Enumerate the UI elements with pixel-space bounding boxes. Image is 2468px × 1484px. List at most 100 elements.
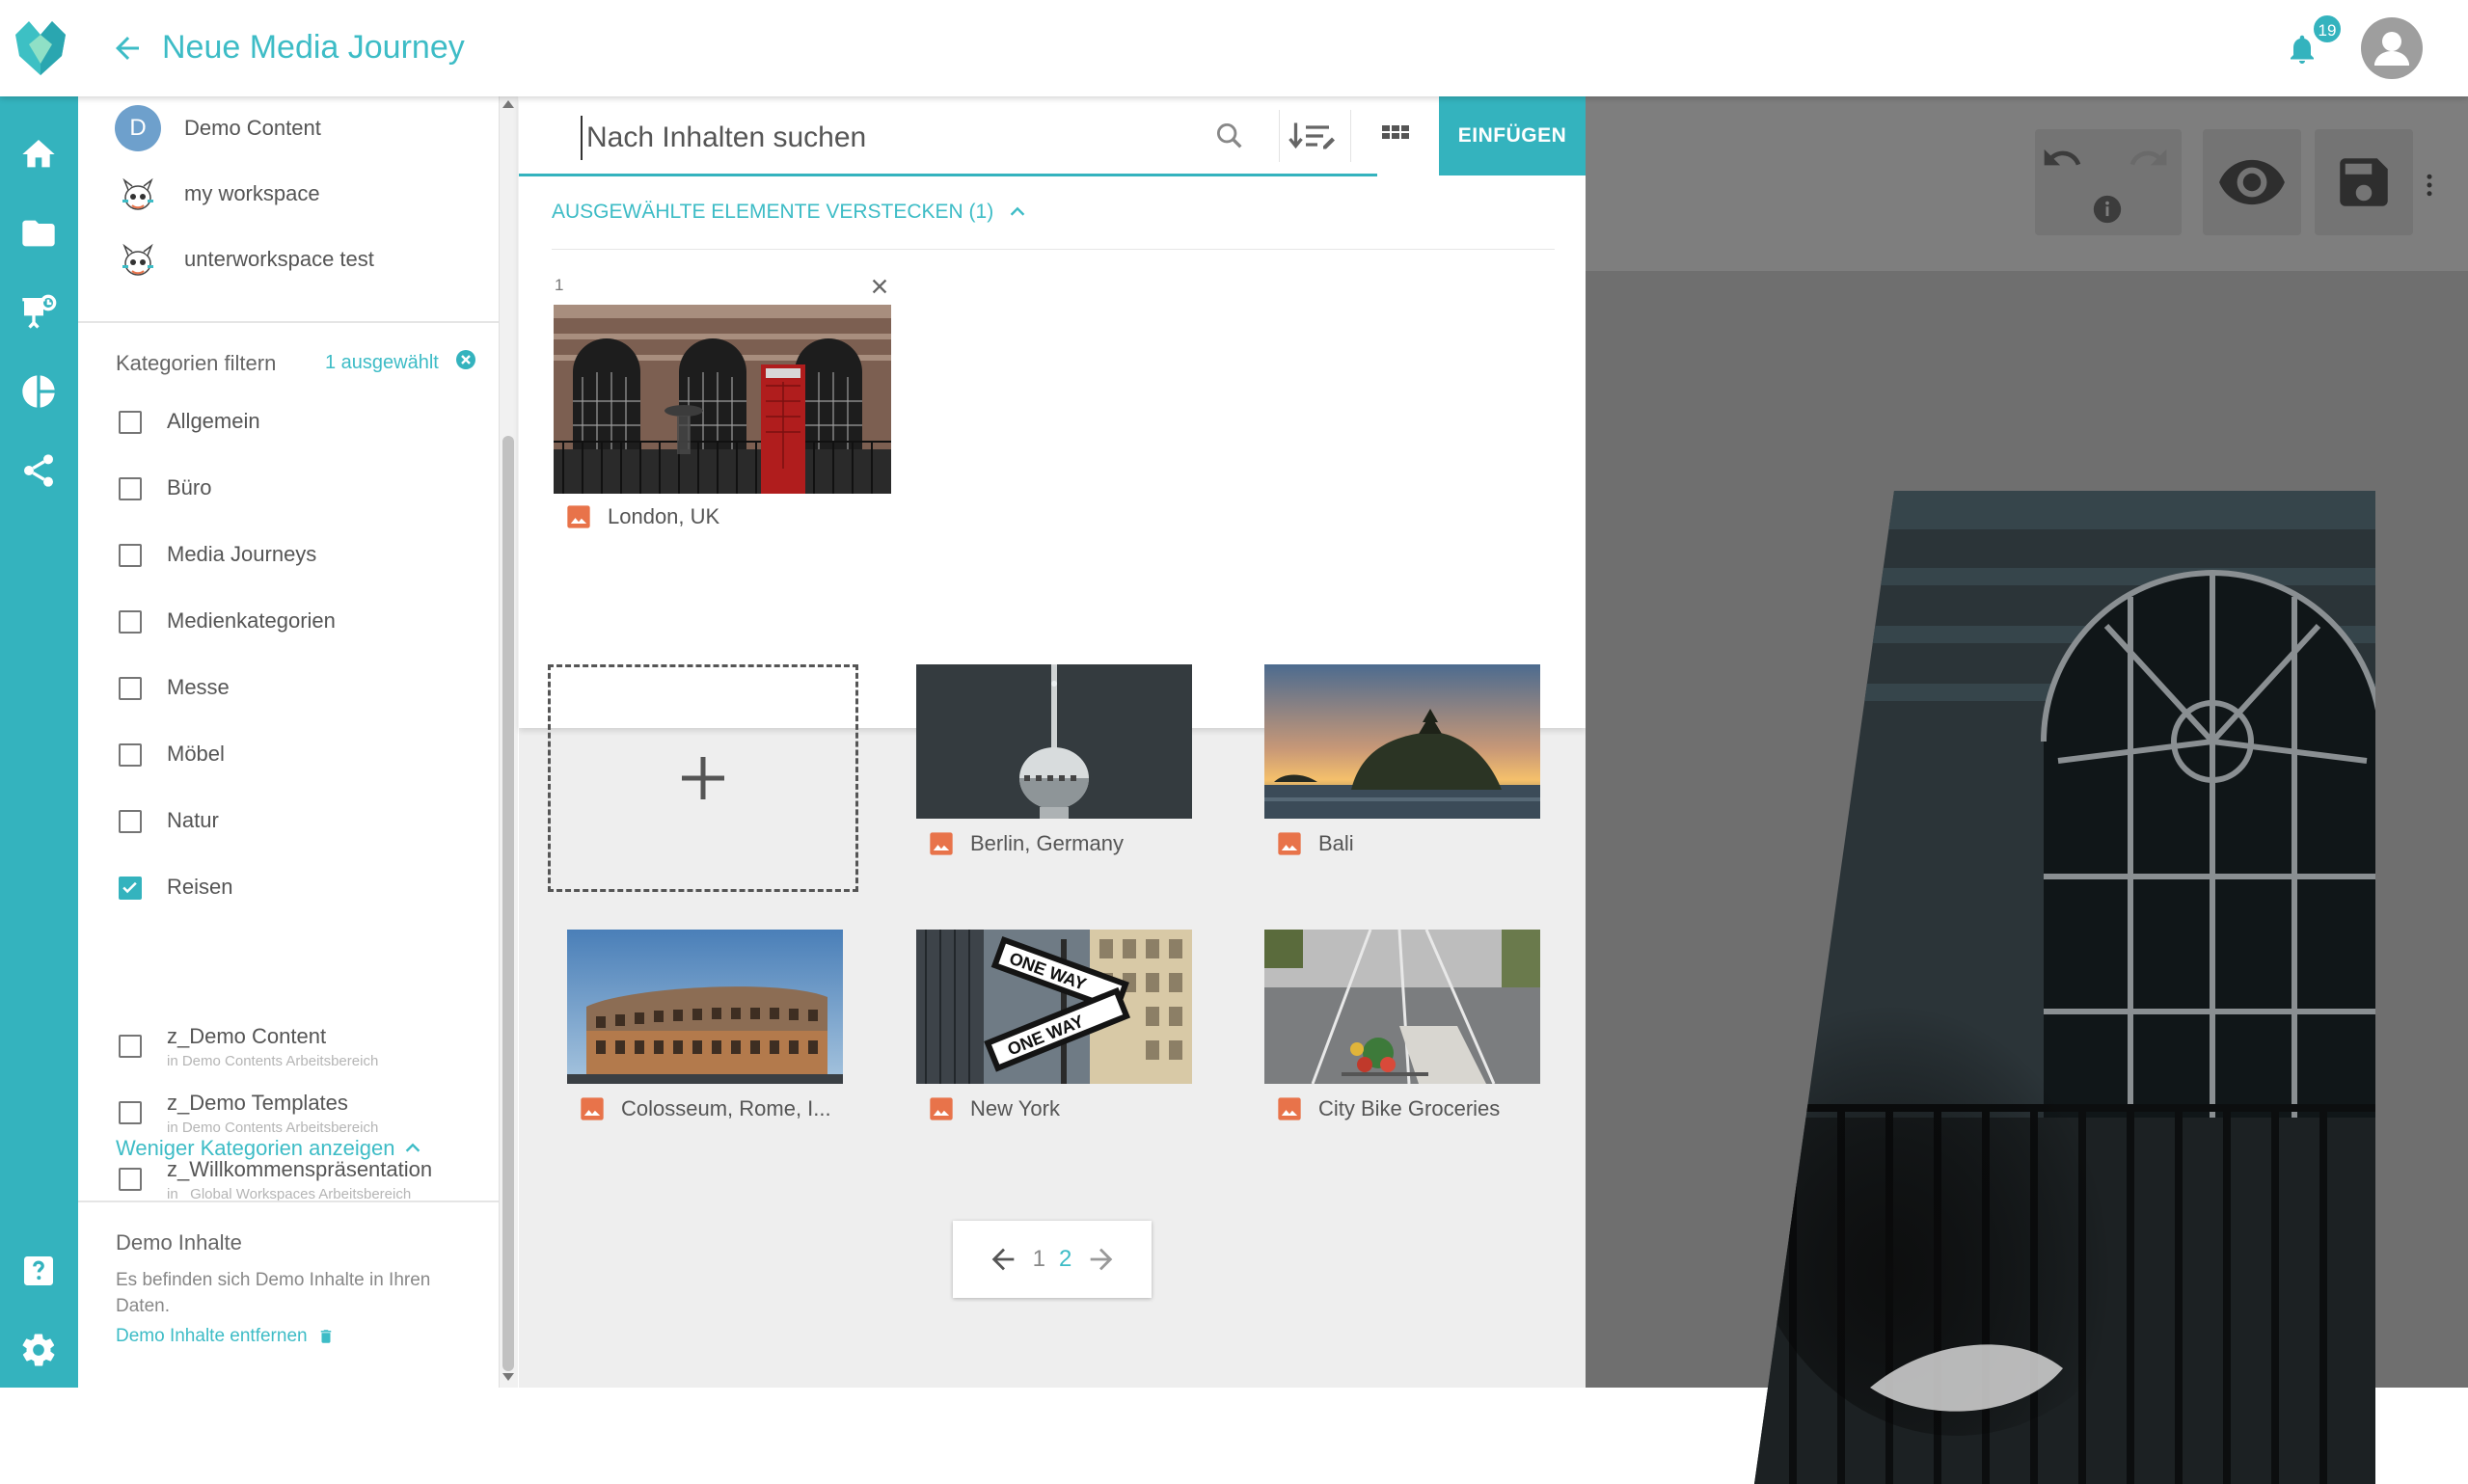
selected-item-thumbnail[interactable] (554, 305, 891, 494)
category-checkbox[interactable] (119, 477, 142, 500)
app-logo[interactable] (15, 21, 66, 75)
workspace-item-demo-content[interactable]: D Demo Content (115, 101, 321, 155)
category-checkbox[interactable] (119, 610, 142, 634)
previous-page-icon[interactable] (987, 1243, 1019, 1276)
category-checkbox[interactable] (119, 411, 142, 434)
pagination: 1 2 (953, 1221, 1152, 1298)
media-card-caption: New York (928, 1095, 1192, 1122)
selected-item-label: London, UK (608, 504, 720, 528)
category-item-allgemein[interactable]: Allgemein (119, 398, 475, 446)
image-icon (930, 832, 953, 855)
category-label: Messe (167, 675, 230, 699)
scroll-up-arrow-icon[interactable] (502, 100, 514, 108)
remove-demo-content-link[interactable]: Demo Inhalte entfernen (116, 1326, 335, 1347)
user-icon (2374, 32, 2409, 66)
media-card-label: New York (970, 1096, 1060, 1120)
redo-icon[interactable] (2128, 137, 2170, 179)
slide-preview[interactable] (1754, 491, 2375, 1484)
category-label: Reisen (167, 875, 233, 899)
category-item-messe[interactable]: Messe (119, 664, 475, 713)
clear-filter-icon[interactable] (454, 348, 477, 371)
remove-selected-icon[interactable] (869, 276, 890, 297)
media-card-city-bike-groceries[interactable]: City Bike Groceries (1264, 930, 1540, 1122)
history-button-group (2035, 129, 2182, 235)
category-label: Möbel (167, 742, 225, 766)
hide-selected-toggle[interactable]: AUSGEWÄHLTE ELEMENTE VERSTECKEN (1) (552, 201, 1028, 224)
category-item-natur[interactable]: Natur (119, 797, 475, 846)
workspace-item-unterworkspace-test[interactable]: unterworkspace test (115, 232, 374, 286)
preview-button[interactable] (2203, 129, 2301, 235)
workspace-item-my-workspace[interactable]: my workspace (115, 167, 320, 221)
grid-view-icon (1382, 125, 1409, 139)
category-item-z-demo-content[interactable]: z_Demo Content in Demo Contents Arbeitsb… (119, 1024, 475, 1072)
help-icon[interactable] (19, 1252, 58, 1290)
slide-image (1754, 491, 2375, 1484)
workspace-label: Demo Content (184, 116, 321, 140)
chevron-up-icon (1010, 206, 1025, 216)
page-2-button[interactable]: 2 (1059, 1246, 1071, 1273)
add-content-button[interactable] (548, 664, 858, 892)
undo-icon[interactable] (2041, 137, 2083, 179)
category-checkbox[interactable] (119, 1168, 142, 1191)
info-icon[interactable] (2091, 193, 2124, 226)
media-card-bali[interactable]: Bali (1264, 664, 1540, 857)
show-fewer-categories-link[interactable]: Weniger Kategorien anzeigen (116, 1136, 423, 1161)
category-item-buero[interactable]: Büro (119, 465, 475, 513)
folder-icon[interactable] (19, 214, 58, 253)
scroll-down-arrow-icon[interactable] (502, 1373, 514, 1381)
next-page-icon[interactable] (1085, 1243, 1118, 1276)
mascot-avatar-icon (122, 177, 153, 210)
filter-sidebar: D Demo Content my workspace unterworkspa… (78, 96, 499, 1388)
media-card-new-york[interactable]: ONE WAY ONE WAY New York (916, 930, 1192, 1122)
category-item-z-demo-templates[interactable]: z_Demo Templates in Demo Contents Arbeit… (119, 1091, 475, 1139)
workspace-label: my workspace (184, 181, 320, 205)
search-area: EINFÜGEN AUSGEWÄHLTE ELEMENTE VERSTECKEN… (519, 96, 1586, 728)
category-label: z_Demo Content (167, 1024, 327, 1048)
media-card-label: Bali (1318, 831, 1354, 855)
insert-button[interactable]: EINFÜGEN (1439, 96, 1586, 175)
page-1-button[interactable]: 1 (1033, 1246, 1045, 1273)
remove-demo-label: Demo Inhalte entfernen (116, 1326, 308, 1346)
category-item-media-journeys[interactable]: Media Journeys (119, 531, 475, 580)
home-icon[interactable] (19, 135, 58, 174)
category-item-medienkategorien[interactable]: Medienkategorien (119, 598, 475, 646)
media-browser: EINFÜGEN AUSGEWÄHLTE ELEMENTE VERSTECKEN… (519, 96, 1586, 1388)
category-checkbox[interactable] (119, 1101, 142, 1124)
chevron-up-icon (406, 1143, 420, 1152)
chart-icon[interactable] (19, 372, 58, 411)
category-item-reisen[interactable]: Reisen (119, 864, 475, 912)
sidebar-scroll-thumb[interactable] (502, 436, 514, 1371)
user-avatar[interactable] (2361, 17, 2423, 79)
category-sublabel: in Demo Contents Arbeitsbereich (167, 1053, 379, 1069)
media-card-caption: Colosseum, Rome, I... (579, 1095, 843, 1122)
sort-button[interactable] (1281, 96, 1348, 175)
demo-content-text: Es befinden sich Demo Inhalte in Ihren D… (116, 1270, 431, 1316)
show-fewer-label: Weniger Kategorien anzeigen (116, 1136, 395, 1160)
media-card-caption: Berlin, Germany (928, 830, 1192, 857)
search-input[interactable] (581, 116, 1159, 160)
category-checkbox[interactable] (119, 1035, 142, 1058)
grid-view-button[interactable] (1362, 96, 1429, 175)
category-item-moebel[interactable]: Möbel (119, 731, 475, 779)
category-checkbox[interactable] (119, 677, 142, 700)
divider (78, 1201, 499, 1202)
presentation-icon[interactable] (19, 293, 58, 332)
search-icon[interactable] (1213, 120, 1246, 152)
notification-badge: 19 (2312, 13, 2343, 44)
workspace-avatar: D (115, 105, 161, 151)
checkmark-icon (122, 881, 137, 894)
category-item-z-willkommenspraesentation[interactable]: z_Willkommenspräsentation in _Global Wor… (119, 1157, 475, 1205)
media-card-berlin[interactable]: Berlin, Germany (916, 664, 1192, 857)
category-checkbox-checked[interactable] (119, 877, 142, 900)
category-checkbox[interactable] (119, 743, 142, 767)
category-checkbox[interactable] (119, 810, 142, 833)
media-card-colosseum[interactable]: Colosseum, Rome, I... (567, 930, 843, 1122)
more-vert-icon[interactable] (2415, 168, 2444, 202)
share-icon[interactable] (19, 451, 58, 490)
selected-item-caption: London, UK (565, 503, 719, 530)
save-button[interactable] (2315, 129, 2413, 235)
category-checkbox[interactable] (119, 544, 142, 567)
plus-icon (682, 757, 724, 799)
back-arrow-icon[interactable] (110, 31, 145, 66)
settings-icon[interactable] (19, 1331, 58, 1369)
